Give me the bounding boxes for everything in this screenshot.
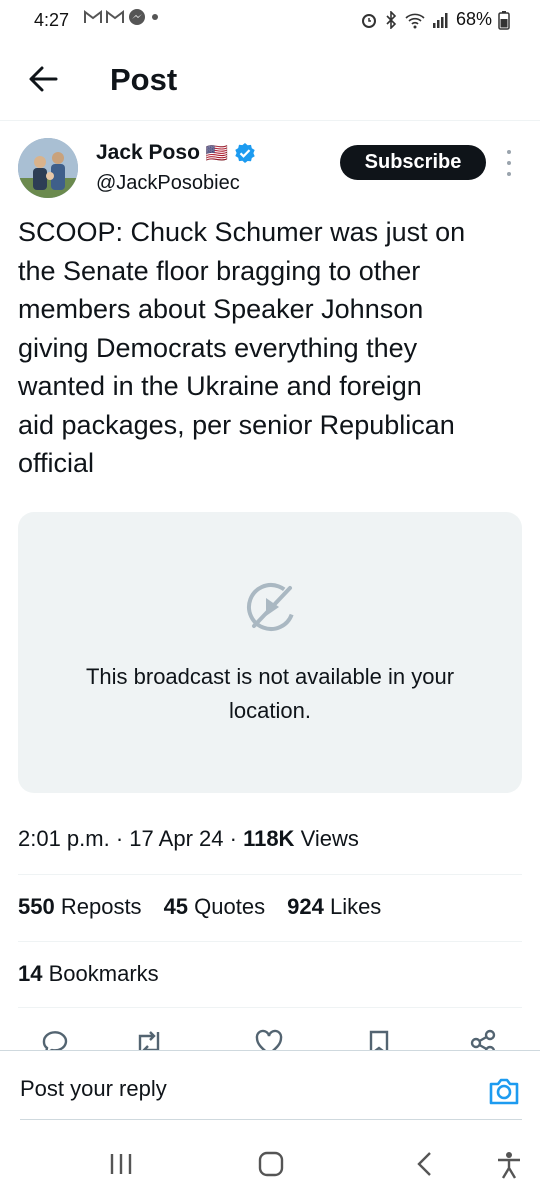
camera-icon[interactable] (488, 1075, 520, 1107)
bookmark-icon[interactable] (364, 1028, 394, 1052)
likes-label: Likes (329, 894, 382, 919)
reply-underline (20, 1119, 522, 1120)
status-time: 4:27 (34, 10, 70, 30)
status-bar: 4:27 68% (0, 0, 540, 44)
nav-back-icon[interactable] (410, 1150, 440, 1178)
home-icon[interactable] (256, 1150, 286, 1178)
reposts-count: 550 (18, 894, 55, 919)
bookmarks-stat[interactable]: 14 Bookmarks (18, 961, 159, 987)
more-options-icon[interactable] (503, 150, 515, 176)
post-text: SCOOP: Chuck Schumer was just on the Sen… (18, 217, 466, 478)
flag-emoji: 🇺🇸 (205, 142, 229, 163)
post-date: 17 Apr 24 (129, 826, 224, 851)
bookmarks-count: 14 (18, 961, 43, 986)
back-arrow-icon[interactable] (26, 62, 60, 96)
avatar[interactable] (18, 138, 78, 198)
verified-badge-icon (235, 143, 256, 163)
views-label: Views (300, 826, 359, 851)
reply-composer: Post your reply (0, 1050, 540, 1121)
repost-icon[interactable] (134, 1028, 164, 1052)
divider (18, 1007, 522, 1008)
subscribe-button[interactable]: Subscribe (340, 145, 486, 180)
battery-percent: 68% (455, 9, 492, 29)
divider (18, 874, 522, 875)
system-icons: 68% (360, 9, 510, 30)
reply-input[interactable]: Post your reply (20, 1076, 167, 1102)
page-title: Post (110, 62, 178, 97)
dot-icon (152, 14, 158, 20)
divider (18, 941, 522, 942)
broadcast-card[interactable]: This broadcast is not available in your … (18, 512, 522, 793)
author-name-row[interactable]: Jack Poso 🇺🇸 (96, 141, 256, 165)
broadcast-unavailable-icon (247, 583, 295, 631)
reposts-label: Reposts (60, 894, 142, 919)
meta-separator: · (229, 826, 237, 851)
signal-icon (432, 12, 448, 28)
author-name: Jack Poso (96, 141, 200, 164)
broadcast-unavailable-message: This broadcast is not available in your … (85, 664, 455, 723)
reply-icon[interactable] (40, 1028, 70, 1052)
views-count: 118K (243, 826, 295, 851)
quotes-label: Quotes (194, 894, 266, 919)
like-icon[interactable] (254, 1028, 284, 1052)
top-app-bar: Post (0, 44, 540, 121)
recent-apps-icon[interactable] (106, 1150, 136, 1178)
post-meta: 2:01 p.m. · 17 Apr 24 · 118K Views (18, 826, 359, 852)
notification-icons (84, 8, 160, 26)
messenger-icon (129, 9, 145, 25)
reposts-stat[interactable]: 550 Reposts (18, 894, 142, 920)
share-icon[interactable] (468, 1028, 498, 1052)
engagement-stats: 550 Reposts 45 Quotes 924 Likes (18, 894, 381, 920)
avatar-photo (18, 138, 78, 198)
likes-stat[interactable]: 924 Likes (287, 894, 381, 920)
system-nav-bar (0, 1130, 540, 1200)
gmail-icon (84, 10, 102, 23)
bookmarks-label: Bookmarks (48, 961, 159, 986)
likes-count: 924 (287, 894, 324, 919)
battery-icon (498, 10, 510, 30)
gmail-icon (106, 10, 124, 23)
bluetooth-icon (386, 10, 397, 29)
author-handle[interactable]: @JackPosobiec (96, 172, 240, 195)
action-bar (0, 1022, 540, 1052)
post-time: 2:01 p.m. (18, 826, 110, 851)
accessibility-icon[interactable] (494, 1150, 524, 1180)
alarm-icon (361, 13, 376, 28)
meta-separator: · (115, 826, 124, 851)
quotes-count: 45 (163, 894, 189, 919)
quotes-stat[interactable]: 45 Quotes (164, 894, 266, 920)
wifi-icon (405, 13, 425, 28)
